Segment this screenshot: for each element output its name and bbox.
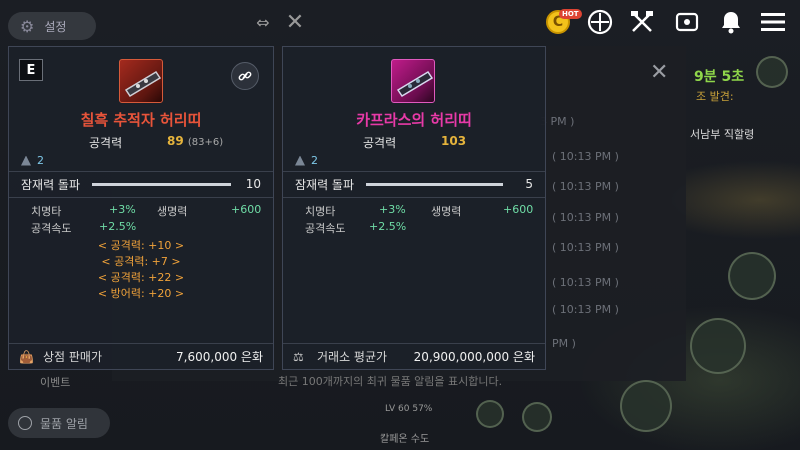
shop-price-value: 7,600,000 은화 [176, 350, 263, 364]
log-line: ( 10:13 PM ) [552, 211, 619, 224]
quest-timer: 9분 5초 [694, 69, 745, 85]
potential-breakthrough: 잠재력 돌파 5 [295, 175, 533, 193]
background-close-icon[interactable]: ✕ [650, 60, 668, 85]
log-line: ( 10:13 PM ) [552, 303, 619, 316]
alert-icon [18, 416, 32, 430]
item-name: 칠흑 추적자 허리띠 [80, 111, 202, 129]
item-tooltip-right: 카프라스의 허리띠 공격력 103 2 잠재력 돌파 5 치명타 +3% 생명력… [282, 46, 546, 370]
level-text: LV 60 57% [385, 404, 433, 414]
resize-icon[interactable]: ⇔ [248, 7, 278, 37]
item-alert-label: 물품 알림 [40, 416, 88, 431]
enchant-line: < 공격력: +7 > [101, 255, 181, 268]
option-hp-value: +600 [231, 203, 262, 216]
enchant-line: < 공격력: +22 > [97, 271, 185, 284]
money-bag-icon: 👜 [19, 349, 34, 364]
coin-event-icon[interactable]: C HOT [543, 7, 582, 37]
log-line: ( 10:13 PM ) [552, 180, 619, 193]
log-footer-text: 최근 100개까지의 최귀 물품 알림을 표시합니다. [278, 375, 503, 388]
potential-value: 10 [245, 177, 261, 191]
potential-bar [366, 182, 503, 186]
option-hp-value: +600 [503, 203, 534, 216]
weight-info: 2 [21, 154, 44, 167]
market-price-value: 20,900,000,000 은화 [413, 350, 535, 364]
quest-location: 서남부 직할령 [690, 128, 755, 141]
attack-breakdown: (83+6) [187, 137, 224, 148]
option-atkspd-value: +2.5% [369, 220, 407, 233]
log-line: ( 10:13 PM ) [552, 241, 619, 254]
skill-slot-icon[interactable] [620, 380, 672, 432]
quest-hud: 9분 5초 조 발견: 서남부 직할령 [690, 46, 800, 450]
close-icon[interactable]: ✕ [280, 7, 310, 37]
divider [283, 197, 545, 198]
attack-value: 89 (83+6) [167, 134, 224, 148]
event-label[interactable]: 이벤트 [40, 374, 70, 390]
settings-label: 설정 [44, 19, 67, 34]
weight-icon [21, 155, 31, 166]
potential-label: 잠재력 돌파 [21, 177, 81, 192]
divider [9, 197, 273, 198]
divider [9, 171, 273, 172]
globe-map-icon[interactable] [585, 7, 615, 37]
option-crit: 치명타 [305, 205, 336, 218]
log-line: ( 10:13 PM ) [552, 150, 619, 163]
option-atkspd: 공격속도 [31, 222, 72, 235]
option-crit-value: +3% [379, 203, 406, 216]
region-text: 칼페온 수도 [380, 434, 430, 445]
option-crit-value: +3% [109, 203, 136, 216]
market-price-label: 거래소 평균가 [317, 350, 388, 364]
top-bar: ⚙ 설정 ⇔ ✕ C HOT [0, 0, 800, 46]
quest-icon[interactable] [756, 56, 788, 88]
weight-value: 2 [37, 154, 44, 167]
option-crit: 치명타 [31, 205, 62, 218]
potential-breakthrough: 잠재력 돌파 10 [21, 175, 261, 193]
belt-item-icon [391, 59, 435, 103]
crossed-axes-icon[interactable] [627, 7, 657, 37]
option-atkspd-value: +2.5% [99, 220, 137, 233]
market-price-row: ⚖ 거래소 평균가 20,900,000,000 은화 [283, 343, 545, 369]
item-alert-button[interactable]: 물품 알림 [8, 408, 110, 438]
attack-value: 103 [441, 134, 467, 148]
scale-icon: ⚖ [293, 349, 304, 364]
weight-icon [295, 155, 305, 166]
menu-icon[interactable] [758, 7, 788, 37]
potential-bar [92, 182, 231, 186]
gear-icon: ⚙ [20, 16, 35, 36]
skill-round-icon[interactable] [522, 402, 552, 432]
item-name: 카프라스의 허리띠 [356, 111, 472, 129]
weight-info: 2 [295, 154, 318, 167]
option-hp: 생명력 [157, 205, 188, 218]
option-hp: 생명력 [431, 205, 462, 218]
shop-price-row: 👜 상점 판매가 7,600,000 은화 [9, 343, 273, 369]
settings-round-icon[interactable] [476, 400, 504, 428]
link-chain-icon[interactable] [231, 62, 259, 90]
belt-item-icon [119, 59, 163, 103]
bell-icon[interactable] [716, 7, 746, 37]
mailbox-icon[interactable] [672, 7, 702, 37]
skill-slot-icon[interactable] [728, 252, 776, 300]
skill-slot-icon[interactable] [690, 318, 746, 374]
shop-price-label: 상점 판매가 [43, 350, 103, 364]
enchant-line: < 방어력: +20 > [97, 287, 185, 300]
quest-subtitle: 조 발견: [696, 90, 734, 103]
potential-label: 잠재력 돌파 [295, 177, 355, 192]
weight-value: 2 [311, 154, 318, 167]
log-line: ( 10:13 PM ) [552, 276, 619, 289]
item-tooltip-left: E 칠흑 추적자 허리띠 공격력 89 (83+6) 2 잠재력 돌파 10 치… [8, 46, 274, 370]
grade-badge: E [19, 59, 43, 81]
attack-label: 공격력 [363, 136, 397, 150]
enchant-line: < 공격력: +10 > [97, 239, 185, 252]
settings-button[interactable]: ⚙ 설정 [8, 12, 96, 40]
hot-badge: HOT [559, 9, 582, 19]
potential-value: 5 [525, 177, 533, 191]
attack-label: 공격력 [89, 136, 123, 150]
option-atkspd: 공격속도 [305, 222, 346, 235]
divider [283, 171, 545, 172]
log-line: PM ) [552, 337, 576, 350]
